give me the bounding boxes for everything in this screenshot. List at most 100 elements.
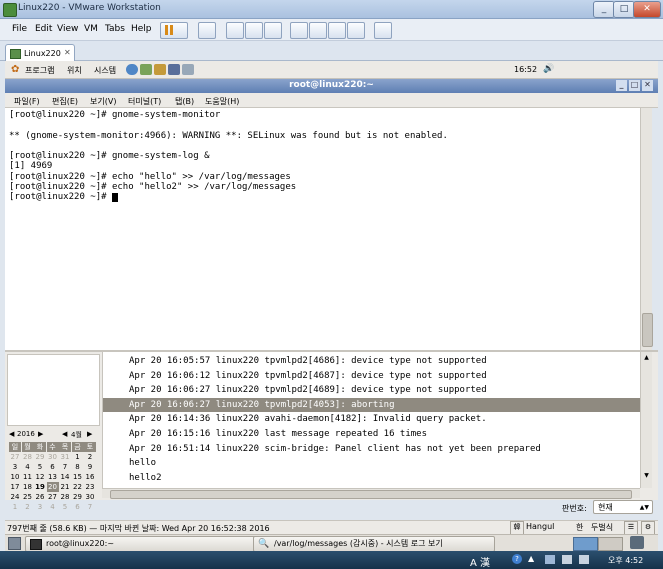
log-row[interactable]: Apr 20 16:15:16 linux220 last message re… <box>103 427 647 441</box>
calendar-day[interactable]: 27 <box>47 492 59 502</box>
calendar-day[interactable]: 25 <box>22 492 34 502</box>
calendar-day[interactable]: 20 <box>46 482 59 492</box>
calendar-day[interactable]: 6 <box>72 502 84 512</box>
calendar-day[interactable]: 18 <box>22 482 34 492</box>
calendar-day[interactable]: 2 <box>22 502 34 512</box>
office-launcher-icon[interactable] <box>168 64 180 75</box>
menu-help[interactable]: Help <box>131 24 152 34</box>
log-row[interactable]: Apr 20 16:05:57 linux220 tpvmlpd2[4686]:… <box>103 354 647 368</box>
calendar-day[interactable]: 11 <box>22 472 34 482</box>
calendar-day[interactable]: 7 <box>84 502 96 512</box>
log-row[interactable]: Apr 20 16:14:36 linux220 avahi-daemon[41… <box>103 412 647 426</box>
calendar-day[interactable]: 22 <box>72 482 84 492</box>
calendar-day[interactable]: 24 <box>9 492 21 502</box>
log-scrollbar[interactable]: ▲ ▼ <box>640 352 652 488</box>
send-keys-icon[interactable] <box>198 22 216 39</box>
terminal-output[interactable]: [root@linux220 ~]# gnome-system-monitor *… <box>5 108 650 350</box>
calendar-day[interactable]: 1 <box>9 502 21 512</box>
calendar-day[interactable]: 13 <box>47 472 59 482</box>
speaker-icon[interactable] <box>579 555 589 564</box>
calendar-day[interactable]: 30 <box>47 452 59 462</box>
workspace-1[interactable] <box>573 537 598 551</box>
close-button[interactable]: ✕ <box>633 1 661 18</box>
email-launcher-icon[interactable] <box>140 64 152 75</box>
terminal-minimize-button[interactable]: _ <box>616 80 627 91</box>
ime-hangul[interactable]: Hangul <box>526 522 554 531</box>
menu-applications[interactable]: 프로그램 <box>25 65 54 76</box>
menu-view[interactable]: View <box>57 24 78 34</box>
calendar-day[interactable]: 8 <box>72 462 84 472</box>
host-clock[interactable]: 오후 4:52 <box>608 555 643 566</box>
calendar-day[interactable]: 10 <box>9 472 21 482</box>
menu-tabs[interactable]: Tabs <box>105 24 125 34</box>
ime-han[interactable]: 한 <box>576 522 583 533</box>
term-menu-edit[interactable]: 편집(E) <box>52 96 78 107</box>
thumbnail-bar-icon[interactable] <box>309 22 327 39</box>
next-year-icon[interactable]: ▶ <box>38 430 43 438</box>
volume-icon[interactable]: 🔊 <box>543 64 554 74</box>
scroll-down-icon[interactable]: ▼ <box>642 472 651 481</box>
calendar-day[interactable]: 31 <box>59 452 71 462</box>
help-icon[interactable]: ? <box>512 554 522 564</box>
input-lang-icon[interactable]: A 漢 <box>470 554 490 569</box>
snapshot-manager-icon[interactable] <box>264 22 282 39</box>
calendar-day[interactable]: 3 <box>9 462 21 472</box>
calendar-day[interactable]: 4 <box>47 502 59 512</box>
calendar-day[interactable]: 26 <box>34 492 46 502</box>
minimize-button[interactable]: _ <box>593 1 615 18</box>
calendar-day[interactable]: 17 <box>9 482 21 492</box>
prev-year-icon[interactable]: ◀ <box>9 430 14 438</box>
network-icon[interactable] <box>545 555 555 564</box>
ime-icon[interactable]: 韓 <box>510 521 524 535</box>
calendar-day[interactable]: 16 <box>84 472 96 482</box>
calendar-day[interactable]: 29 <box>34 452 46 462</box>
maximize-button[interactable]: □ <box>613 1 635 18</box>
task-terminal[interactable]: root@linux220:~ <box>25 536 272 552</box>
menu-places[interactable]: 위치 <box>67 65 82 76</box>
console-view-icon[interactable] <box>374 22 392 39</box>
log-row[interactable]: Apr 20 16:06:12 linux220 tpvmlpd2[4687]:… <box>103 369 647 383</box>
trash-icon[interactable] <box>630 536 644 549</box>
calendar-day[interactable]: 7 <box>59 462 71 472</box>
calendar-day[interactable]: 27 <box>9 452 21 462</box>
tray-expand-icon[interactable]: ▲ <box>528 554 534 563</box>
snapshot-icon[interactable] <box>226 22 244 39</box>
calendar-day[interactable]: 28 <box>22 452 34 462</box>
terminal-scrollbar[interactable] <box>640 108 653 350</box>
h-scroll-thumb[interactable] <box>110 490 632 499</box>
full-screen-icon[interactable] <box>328 22 346 39</box>
calendar-day[interactable]: 23 <box>84 482 96 492</box>
calendar-day[interactable]: 15 <box>72 472 84 482</box>
menu-system[interactable]: 시스템 <box>94 65 116 76</box>
presentation-launcher-icon[interactable] <box>182 64 194 75</box>
task-log-viewer[interactable]: 🔍 /var/log/messages (감시중) - 시스템 로그 보기 <box>253 536 495 552</box>
calendar-day[interactable]: 3 <box>34 502 46 512</box>
term-menu-help[interactable]: 도움말(H) <box>205 96 239 107</box>
ime-menu-icon[interactable]: ☰ <box>624 521 638 535</box>
next-month-icon[interactable]: ▶ <box>87 430 92 438</box>
log-row[interactable]: hello2 <box>103 471 647 485</box>
tab-linux220[interactable]: Linux220 ✕ <box>5 44 75 62</box>
calendar-day[interactable]: 29 <box>72 492 84 502</box>
menu-edit[interactable]: Edit <box>35 24 52 34</box>
log-message-list[interactable]: Apr 20 16:05:57 linux220 tpvmlpd2[4686]:… <box>102 352 647 488</box>
close-tab-icon[interactable]: ✕ <box>64 48 71 57</box>
calendar-day[interactable]: 6 <box>47 462 59 472</box>
term-menu-view[interactable]: 보기(V) <box>90 96 116 107</box>
pause-icon[interactable] <box>160 22 188 39</box>
menu-vm[interactable]: VM <box>84 24 98 34</box>
terminal-scroll-thumb[interactable] <box>642 313 653 347</box>
calendar-day[interactable]: 12 <box>34 472 46 482</box>
calendar-day[interactable]: 1 <box>72 452 84 462</box>
browser-launcher-icon[interactable] <box>126 64 138 75</box>
log-row[interactable]: Apr 20 16:06:27 linux220 tpvmlpd2[4053]:… <box>103 397 647 412</box>
show-library-icon[interactable] <box>290 22 308 39</box>
log-row[interactable]: Apr 20 16:51:14 linux220 scim-bridge: Pa… <box>103 442 647 456</box>
show-desktop-icon[interactable] <box>8 537 21 550</box>
flag-icon[interactable] <box>562 555 572 564</box>
menu-file[interactable]: File <box>12 24 27 34</box>
calendar-day[interactable]: 14 <box>59 472 71 482</box>
revert-snapshot-icon[interactable] <box>245 22 263 39</box>
filter-select[interactable]: 현재 ▲▼ <box>593 500 653 514</box>
calendar-day[interactable]: 21 <box>59 482 71 492</box>
